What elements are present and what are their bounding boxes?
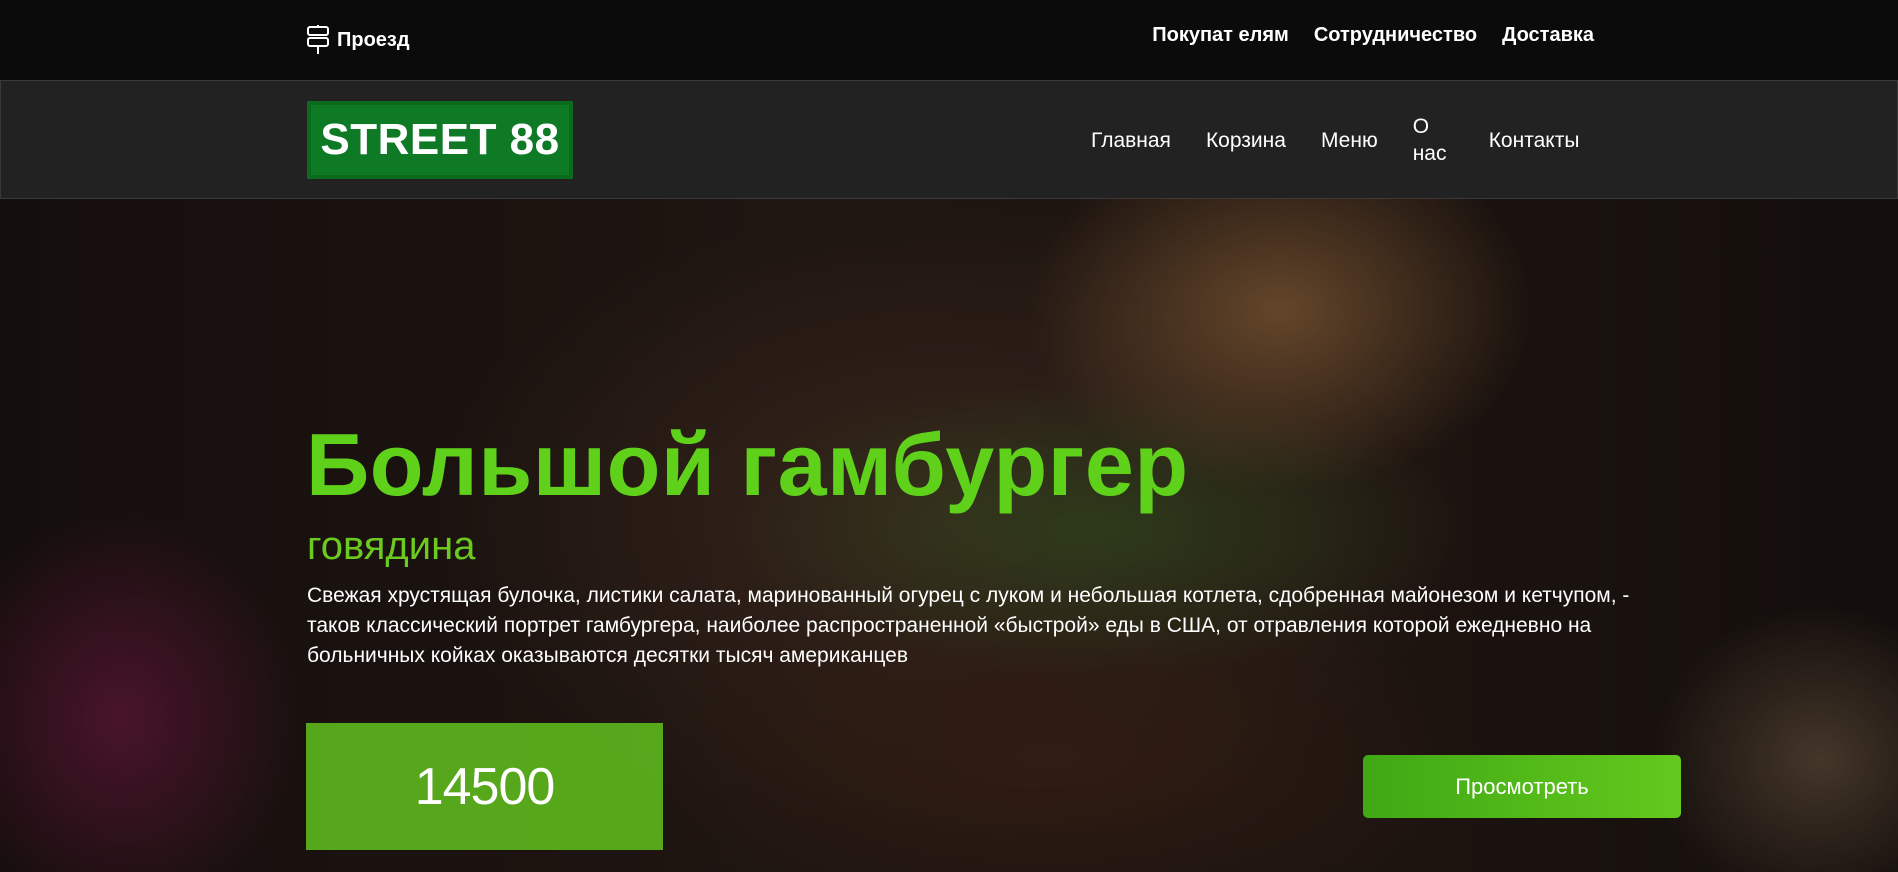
top-links: Покупат елям Сотрудничество Доставка (1152, 24, 1594, 47)
hero-description: Свежая хрустящая булочка, листики салата… (307, 584, 1630, 667)
price-value: 14500 (414, 757, 556, 816)
hero-title: Большой гамбургер (306, 415, 1189, 514)
price-box: 14500 (306, 723, 663, 850)
nav-item-cart[interactable]: Корзина (1206, 129, 1286, 153)
main-nav: Главная Корзина Меню О нас Контакты (1091, 81, 1579, 200)
top-link-partnership[interactable]: Сотрудничество (1314, 24, 1477, 47)
route-label: Проезд (337, 28, 410, 51)
nav-item-menu[interactable]: Меню (1321, 129, 1378, 153)
nav-item-home[interactable]: Главная (1091, 129, 1171, 153)
view-button[interactable]: Просмотреть (1363, 755, 1681, 818)
hero-section: Большой гамбургер говядина Свежая хрустя… (0, 199, 1898, 872)
route-link[interactable]: Проезд (305, 22, 410, 58)
logo[interactable]: STREET 88 (307, 101, 573, 179)
top-link-buyers[interactable]: Покупат елям (1152, 24, 1289, 47)
top-bar: Проезд Покупат елям Сотрудничество Доста… (0, 0, 1898, 80)
hero-subtitle: говядина (307, 524, 476, 568)
nav-item-contacts[interactable]: Контакты (1489, 129, 1580, 153)
main-header: STREET 88 Главная Корзина Меню О нас Кон… (0, 80, 1898, 199)
logo-text: STREET 88 (320, 115, 560, 164)
top-link-delivery[interactable]: Доставка (1502, 24, 1594, 47)
signpost-icon (307, 25, 329, 54)
nav-item-about[interactable]: О нас (1413, 114, 1453, 167)
